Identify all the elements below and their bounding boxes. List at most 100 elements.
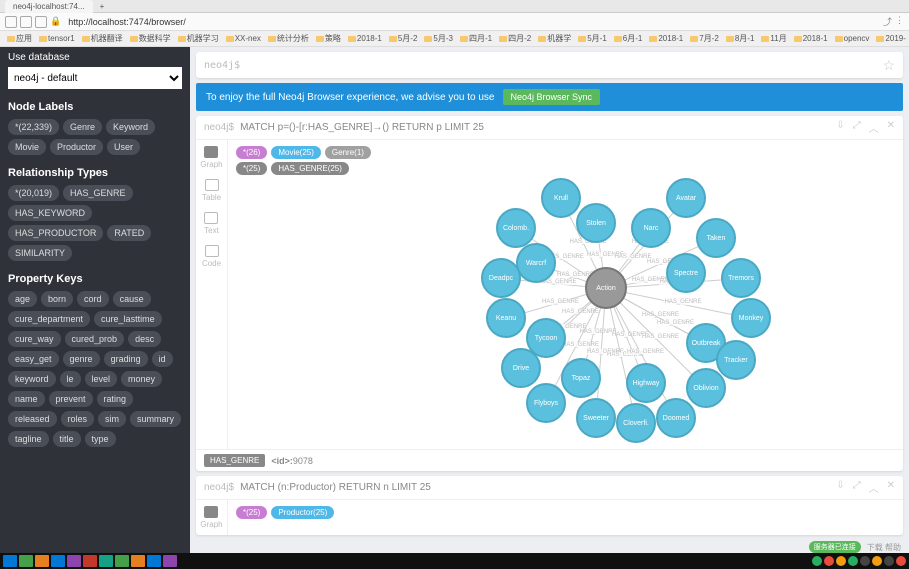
graph-node[interactable]: Narc (631, 208, 671, 248)
bookmark-item[interactable]: 机器学习 (176, 33, 221, 44)
label-pill[interactable]: cure_lasttime (94, 311, 162, 327)
bookmark-item[interactable]: 统计分析 (266, 33, 311, 44)
viz-tab-graph[interactable]: Graph (200, 506, 222, 529)
bookmark-item[interactable]: 四月-2 (497, 33, 533, 44)
graph-canvas[interactable]: HAS_GENREHAS_GENREHAS_GENREHAS_GENREHAS_… (236, 178, 895, 443)
graph-node[interactable]: Oblivion (686, 368, 726, 408)
bookmark-item[interactable]: 7月-2 (688, 33, 721, 44)
bookmark-item[interactable]: 8月-1 (724, 33, 757, 44)
graph-node[interactable]: Colomb. (496, 208, 536, 248)
graph-node[interactable]: Monkey (731, 298, 771, 338)
graph-node-center[interactable]: Action (585, 267, 627, 309)
label-pill[interactable]: Genre (63, 119, 102, 135)
label-pill[interactable]: genre (63, 351, 100, 367)
graph-node[interactable]: Tracker (716, 340, 756, 380)
bookmark-item[interactable]: 5月-1 (576, 33, 609, 44)
pin-icon[interactable]: ⇩ (836, 480, 844, 495)
bookmark-item[interactable]: 2018-1 (647, 34, 685, 43)
taskbar-app[interactable] (3, 555, 17, 567)
label-pill[interactable]: id (152, 351, 173, 367)
label-pill[interactable]: money (121, 371, 162, 387)
tray-icon[interactable] (824, 556, 834, 566)
bookmark-item[interactable]: 2018-1 (792, 34, 830, 43)
collapse-icon[interactable]: ︿ (869, 480, 879, 495)
label-pill[interactable]: keyword (8, 371, 56, 387)
browser-tab[interactable]: neo4j-localhost:74... (5, 0, 93, 13)
node-tag[interactable]: Movie(25) (271, 146, 321, 159)
taskbar-app[interactable] (115, 555, 129, 567)
close-icon[interactable]: ✕ (887, 480, 895, 495)
label-pill[interactable]: grading (104, 351, 148, 367)
bookmark-item[interactable]: 机器学 (536, 33, 573, 44)
taskbar-app[interactable] (99, 555, 113, 567)
taskbar-app[interactable] (19, 555, 33, 567)
bookmark-item[interactable]: 数据科学 (128, 33, 173, 44)
graph-node[interactable]: Doomed (656, 398, 696, 438)
bookmark-item[interactable]: 应用 (5, 33, 34, 44)
expand-icon[interactable]: ⤢ (853, 120, 861, 135)
tray-icon[interactable] (872, 556, 882, 566)
label-pill[interactable]: cord (77, 291, 109, 307)
label-pill[interactable]: User (107, 139, 140, 155)
graph-node[interactable]: Keanu (486, 298, 526, 338)
graph-node[interactable]: Deadpc (481, 258, 521, 298)
graph-node[interactable]: Sweeter (576, 398, 616, 438)
graph-node[interactable]: Tremors (721, 258, 761, 298)
url-input[interactable]: http://localhost:7474/browser/ (64, 16, 880, 28)
tray-icon[interactable] (884, 556, 894, 566)
back-icon[interactable] (5, 16, 17, 28)
sync-button[interactable]: Neo4j Browser Sync (503, 89, 601, 105)
label-pill[interactable]: SIMILARITY (8, 245, 72, 261)
graph-node[interactable]: Avatar (666, 178, 706, 218)
label-pill[interactable]: roles (61, 411, 95, 427)
label-pill[interactable]: HAS_KEYWORD (8, 205, 92, 221)
bookmark-item[interactable]: 2019- (874, 34, 907, 43)
node-tag[interactable]: Genre(1) (325, 146, 371, 159)
label-pill[interactable]: HAS_PRODUCTOR (8, 225, 103, 241)
viz-tab-code[interactable]: Code (202, 245, 221, 268)
query-editor[interactable]: neo4j$ ☆ (196, 52, 903, 78)
tray-icon[interactable] (896, 556, 906, 566)
taskbar-app[interactable] (147, 555, 161, 567)
node-tag[interactable]: Productor(25) (271, 506, 334, 519)
favorite-icon[interactable]: ☆ (882, 57, 895, 74)
graph-node[interactable]: Warcrf (516, 243, 556, 283)
label-pill[interactable]: HAS_GENRE (63, 185, 133, 201)
bookmark-item[interactable]: 5月-2 (387, 33, 420, 44)
label-pill[interactable]: easy_get (8, 351, 59, 367)
rel-tag[interactable]: HAS_GENRE (204, 454, 265, 467)
label-pill[interactable]: age (8, 291, 37, 307)
viz-tab-text[interactable]: Text (204, 212, 219, 235)
graph-node[interactable]: Flyboys (526, 383, 566, 423)
label-pill[interactable]: cure_department (8, 311, 90, 327)
collapse-icon[interactable]: ︿ (869, 120, 879, 135)
tray-icon[interactable] (848, 556, 858, 566)
label-pill[interactable]: born (41, 291, 73, 307)
tray-icon[interactable] (812, 556, 822, 566)
bookmark-item[interactable]: 四月-1 (458, 33, 494, 44)
label-pill[interactable]: desc (128, 331, 161, 347)
graph-node[interactable]: Stolen (576, 203, 616, 243)
bookmark-item[interactable]: tensor1 (37, 34, 77, 43)
label-pill[interactable]: type (85, 431, 116, 447)
label-pill[interactable]: *(20,019) (8, 185, 59, 201)
label-pill[interactable]: summary (130, 411, 181, 427)
menu-icon[interactable]: ⋮ (895, 15, 904, 28)
bookmark-item[interactable]: XX-nex (224, 34, 263, 43)
label-pill[interactable]: Keyword (106, 119, 155, 135)
db-select[interactable]: neo4j - default (8, 67, 182, 89)
label-pill[interactable]: title (53, 431, 81, 447)
taskbar-app[interactable] (51, 555, 65, 567)
bookmark-item[interactable]: 11月 (759, 33, 788, 44)
bookmark-item[interactable]: 策略 (314, 33, 343, 44)
label-pill[interactable]: cause (113, 291, 151, 307)
label-pill[interactable]: Movie (8, 139, 46, 155)
node-tag[interactable]: *(25) (236, 162, 267, 175)
label-pill[interactable]: level (85, 371, 118, 387)
share-icon[interactable]: ⤴ (883, 15, 892, 28)
label-pill[interactable]: name (8, 391, 45, 407)
graph-node[interactable]: Highway (626, 363, 666, 403)
pin-icon[interactable]: ⇩ (836, 120, 844, 135)
viz-tab-graph[interactable]: Graph (200, 146, 222, 169)
label-pill[interactable]: cured_prob (65, 331, 125, 347)
